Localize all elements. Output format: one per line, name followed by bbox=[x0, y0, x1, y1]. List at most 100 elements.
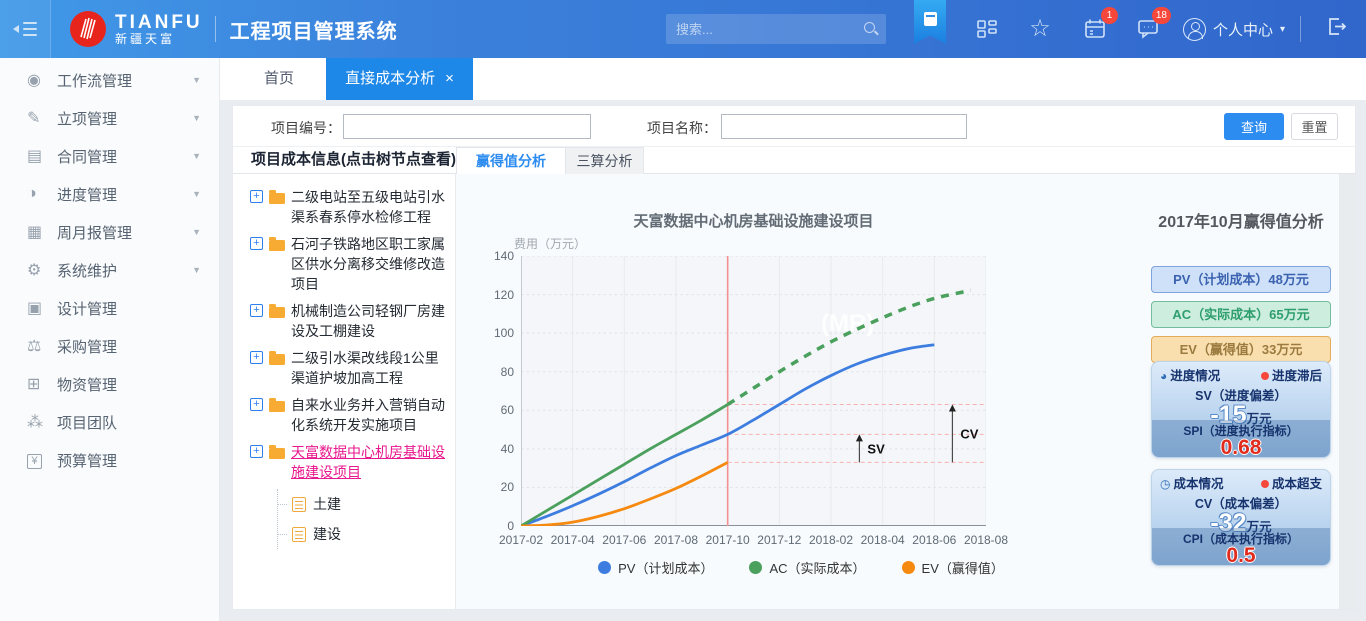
status-dot-icon bbox=[1261, 480, 1269, 488]
favorites-star-icon[interactable]: ☆ bbox=[1027, 16, 1053, 42]
legend-dot-icon bbox=[598, 561, 611, 574]
folder-icon bbox=[269, 448, 285, 459]
folder-icon bbox=[269, 307, 285, 318]
bookmark-ribbon-icon[interactable] bbox=[914, 0, 946, 44]
sidebar-item-label: 周月报管理 bbox=[57, 222, 132, 243]
system-maintenance-icon: ⚙ bbox=[27, 260, 57, 280]
schedule-card: ◕进度情况 进度滞后 SV（进度偏差） -15万元 SPI（进度执行指标） 0.… bbox=[1151, 361, 1331, 458]
project-name-label: 项目名称： bbox=[617, 118, 717, 138]
sidebar-item-4[interactable]: ▦周月报管理 ▼ bbox=[0, 213, 219, 251]
chevron-down-icon: ▼ bbox=[192, 227, 201, 237]
sidebar-item-3[interactable]: ◑进度管理▼ bbox=[0, 175, 219, 213]
tree-node-2[interactable]: +机械制造公司轻钢厂房建设及工棚建设 bbox=[250, 301, 445, 341]
y-tick: 20 bbox=[474, 480, 514, 494]
tree-node-3[interactable]: + 二级引水渠改线段1公里渠道护坡加高工程 bbox=[250, 348, 445, 388]
sidebar-item-8[interactable]: ⊞物资管理 bbox=[0, 365, 219, 403]
chart-title: 天富数据中心机房基础设施建设项目 bbox=[496, 210, 1011, 231]
project-initiation-icon: ✎ bbox=[27, 108, 57, 128]
tree-leaf-1[interactable]: 建设 bbox=[278, 519, 445, 549]
search-icon[interactable] bbox=[862, 20, 878, 38]
legend-item[interactable]: AC（实际成本） bbox=[749, 558, 865, 577]
expand-plus-icon[interactable]: + bbox=[250, 304, 263, 317]
tree-leaf-0[interactable]: 土建 bbox=[278, 489, 445, 519]
sidebar-item-2[interactable]: ▤合同管理▼ bbox=[0, 137, 219, 175]
tree-node-5[interactable]: +天富数据中心机房基础设施建设项目 bbox=[250, 442, 445, 482]
cost-card: ◷成本情况 成本超支 CV（成本偏差） -32万元 CPI（成本执行指标） 0.… bbox=[1151, 469, 1331, 566]
tab-home[interactable]: 首页 bbox=[232, 58, 326, 100]
header-divider bbox=[215, 16, 216, 42]
earned-value-chart: (MR)SVCV bbox=[521, 256, 986, 526]
legend-dot-icon bbox=[902, 561, 915, 574]
project-tree-panel: + 二级电站至五级电站引水渠系春系停水检修工程 +石河子铁路地区职工家属区供水分离移… bbox=[233, 174, 456, 609]
chevron-down-icon: ▼ bbox=[192, 75, 201, 85]
message-badge: 18 bbox=[1152, 7, 1171, 24]
sidebar-item-0[interactable]: ◉工作流管理▼ bbox=[0, 61, 219, 99]
search-input[interactable] bbox=[666, 22, 862, 37]
pie-chart-icon: ◕ bbox=[1160, 369, 1167, 383]
sidebar-item-9[interactable]: ⁂项目团队 bbox=[0, 403, 219, 441]
folder-icon bbox=[269, 240, 285, 251]
document-icon bbox=[292, 527, 306, 542]
chevron-down-icon: ▼ bbox=[192, 189, 201, 199]
close-icon[interactable]: × bbox=[445, 70, 454, 87]
expand-plus-icon[interactable]: + bbox=[250, 445, 263, 458]
project-name-input[interactable] bbox=[721, 114, 967, 139]
search-button[interactable]: 查询 bbox=[1224, 113, 1284, 140]
sidebar-item-label: 预算管理 bbox=[57, 450, 117, 471]
sidebar-item-label: 项目团队 bbox=[57, 412, 117, 433]
expand-plus-icon[interactable]: + bbox=[250, 398, 263, 411]
y-tick: 60 bbox=[474, 403, 514, 417]
x-tick: 2017-12 bbox=[752, 533, 806, 547]
avatar bbox=[1183, 18, 1206, 41]
expand-plus-icon[interactable]: + bbox=[250, 190, 263, 203]
svg-text:SV: SV bbox=[867, 441, 885, 456]
expand-plus-icon[interactable]: + bbox=[250, 351, 263, 364]
apps-grid-icon[interactable] bbox=[974, 16, 1000, 42]
scrollbar-track[interactable] bbox=[1339, 174, 1355, 609]
tree-node-0[interactable]: + 二级电站至五级电站引水渠系春系停水检修工程 bbox=[250, 187, 445, 227]
calendar-icon[interactable]: 1 bbox=[1082, 16, 1108, 42]
weekly-monthly-report-icon: ▦ bbox=[27, 222, 57, 242]
folder-icon bbox=[269, 354, 285, 365]
expand-plus-icon[interactable]: + bbox=[250, 237, 263, 250]
sidebar-item-6[interactable]: ▣设计管理 bbox=[0, 289, 219, 327]
legend-label: PV（计划成本） bbox=[618, 558, 713, 577]
messages-icon[interactable]: 18 bbox=[1135, 16, 1161, 42]
tree-node-4[interactable]: +自来水业务并入营销自动化系统开发实施项目 bbox=[250, 395, 445, 435]
x-tick: 2017-10 bbox=[701, 533, 755, 547]
tree-node-1[interactable]: +石河子铁路地区职工家属区供水分离移交维修改造项目 bbox=[250, 234, 445, 294]
tab-earned-value-analysis[interactable]: 赢得值分析 bbox=[456, 147, 566, 175]
user-menu[interactable]: 个人中心 ▾ bbox=[1183, 0, 1285, 58]
tianfu-logo-icon bbox=[69, 10, 107, 48]
sidebar-item-label: 进度管理 bbox=[57, 184, 117, 205]
tab-three-estimate-analysis[interactable]: 三算分析 bbox=[566, 147, 644, 175]
content-panel: 项目编号： 项目名称： 查询 重置 项目成本信息(点击树节点查看) 赢得值分析 … bbox=[232, 105, 1356, 610]
sidebar-collapse-button[interactable] bbox=[0, 0, 51, 58]
sidebar-item-label: 立项管理 bbox=[57, 108, 117, 129]
sidebar-item-10[interactable]: ¥预算管理 bbox=[0, 441, 219, 479]
project-code-label: 项目编号： bbox=[241, 118, 341, 138]
sidebar-item-label: 采购管理 bbox=[57, 336, 117, 357]
legend-label: EV（赢得值） bbox=[922, 558, 1004, 577]
pv-metric-box: PV（计划成本）48万元 bbox=[1151, 266, 1331, 293]
collapse-menu-icon bbox=[13, 22, 37, 36]
project-code-input[interactable] bbox=[343, 114, 591, 139]
sidebar-item-label: 合同管理 bbox=[57, 146, 117, 167]
brand-subname: 新疆天富 bbox=[115, 33, 203, 46]
legend-item[interactable]: EV（赢得值） bbox=[902, 558, 1004, 577]
procurement-icon: ⚖ bbox=[27, 336, 57, 356]
calendar-badge: 1 bbox=[1101, 7, 1118, 24]
legend-item[interactable]: PV（计划成本） bbox=[598, 558, 713, 577]
tree-node-label: 二级电站至五级电站引水渠系春系停水检修工程 bbox=[291, 187, 445, 227]
sidebar-item-1[interactable]: ✎立项管理▼ bbox=[0, 99, 219, 137]
logout-icon[interactable] bbox=[1326, 16, 1347, 42]
sidebar-item-7[interactable]: ⚖采购管理 bbox=[0, 327, 219, 365]
header-search bbox=[666, 14, 886, 44]
reset-button[interactable]: 重置 bbox=[1291, 113, 1338, 140]
app-title: 工程项目管理系统 bbox=[230, 15, 398, 44]
brand-name: TIANFU bbox=[115, 13, 203, 33]
x-tick: 2017-02 bbox=[494, 533, 548, 547]
tree-node-label: 二级引水渠改线段1公里渠道护坡加高工程 bbox=[291, 348, 445, 388]
sidebar-item-5[interactable]: ⚙系统维护▼ bbox=[0, 251, 219, 289]
tab-direct-cost-analysis[interactable]: 直接成本分析× bbox=[326, 58, 473, 100]
